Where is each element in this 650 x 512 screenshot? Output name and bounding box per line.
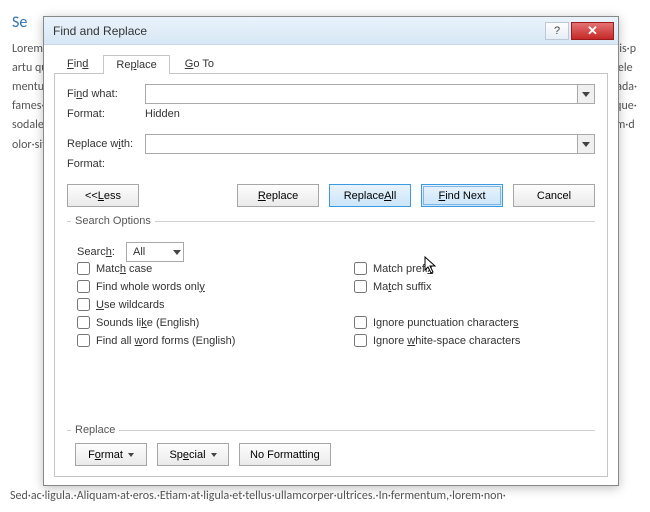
checkbox-match-prefix[interactable]: Match prefix: [354, 262, 591, 275]
checkbox-wildcards[interactable]: Use wildcards: [77, 298, 314, 311]
chevron-down-icon: [128, 453, 134, 457]
doc-footer-text: Sed·ac·ligula.·Aliquam·at·eros.·Etiam·at…: [10, 487, 640, 506]
checkbox-sounds-like[interactable]: Sounds like (English): [77, 316, 314, 329]
tab-panel: Find what: Format: Hidden Replace with:: [54, 74, 608, 477]
less-button[interactable]: << Less: [67, 184, 139, 207]
format-menu-button[interactable]: Format: [75, 443, 147, 466]
search-label: Search:: [77, 246, 118, 258]
close-button[interactable]: ✕: [571, 22, 614, 40]
chevron-down-icon: [582, 142, 590, 147]
find-replace-dialog: Find and Replace ? ✕ Find Replace Go To …: [43, 16, 619, 486]
replace-with-input[interactable]: [146, 135, 577, 153]
chevron-down-icon: [173, 250, 181, 255]
checkbox-word-forms[interactable]: Find all word forms (English): [77, 334, 314, 347]
find-format-value: Hidden: [145, 108, 180, 120]
replace-with-dropdown[interactable]: [577, 135, 594, 153]
replace-legend: Replace: [71, 424, 119, 436]
replace-with-label: Replace with:: [67, 138, 145, 150]
chevron-down-icon: [582, 92, 590, 97]
find-format-label: Format:: [67, 108, 145, 120]
find-what-dropdown[interactable]: [577, 85, 594, 103]
no-formatting-button[interactable]: No Formatting: [239, 443, 331, 466]
cancel-button[interactable]: Cancel: [513, 184, 595, 207]
replace-format-label: Format:: [67, 158, 145, 170]
tab-goto[interactable]: Go To: [172, 54, 227, 73]
help-button[interactable]: ?: [545, 22, 569, 40]
search-direction-select[interactable]: All: [126, 242, 184, 262]
titlebar[interactable]: Find and Replace ? ✕: [44, 17, 618, 45]
special-menu-button[interactable]: Special: [157, 443, 229, 466]
checkbox-ignore-ws[interactable]: Ignore white-space characters: [354, 334, 591, 347]
checkbox-match-case[interactable]: Match case: [77, 262, 314, 275]
search-direction-value: All: [133, 246, 145, 258]
dialog-client: Find Replace Go To Find what: Format: Hi…: [44, 45, 618, 485]
tab-replace[interactable]: Replace: [103, 55, 169, 74]
dialog-title: Find and Replace: [53, 24, 543, 38]
checkbox-whole-words[interactable]: Find whole words only: [77, 280, 314, 293]
checkbox-match-suffix[interactable]: Match suffix: [354, 280, 591, 293]
replace-with-combo[interactable]: [145, 134, 595, 154]
find-next-button[interactable]: Find Next: [421, 184, 503, 207]
find-what-label: Find what:: [67, 88, 145, 100]
checkbox-ignore-punct[interactable]: Ignore punctuation characters: [354, 316, 591, 329]
chevron-down-icon: [211, 453, 217, 457]
tab-strip: Find Replace Go To: [54, 54, 608, 74]
replace-all-button[interactable]: Replace All: [329, 184, 411, 207]
search-options-legend: Search Options: [71, 215, 155, 227]
find-what-input[interactable]: [146, 85, 577, 103]
find-what-combo[interactable]: [145, 84, 595, 104]
replace-button[interactable]: Replace: [237, 184, 319, 207]
tab-find[interactable]: Find: [54, 54, 101, 73]
